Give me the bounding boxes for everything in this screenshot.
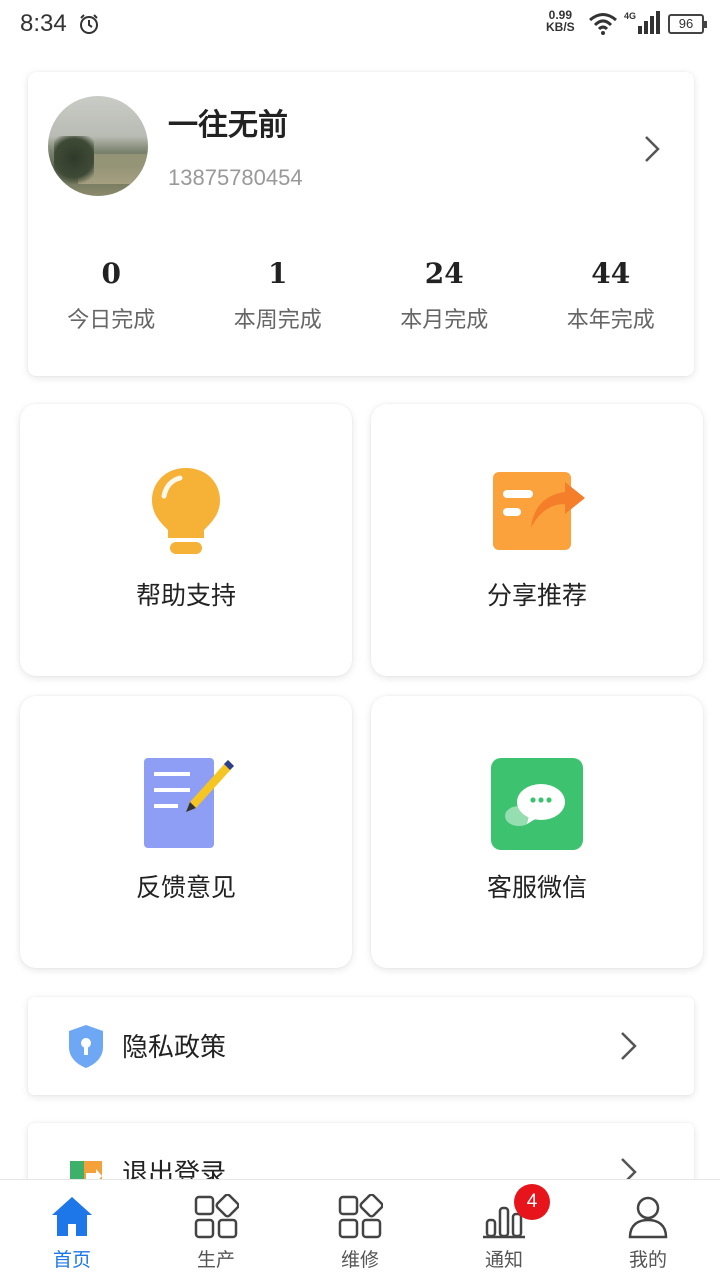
stat-label: 今日完成 [67,308,156,333]
wifi-icon [589,13,617,35]
chevron-right-icon[interactable] [640,132,664,166]
avatar-tree [54,136,94,191]
feedback-tile[interactable]: 反馈意见 [20,696,352,968]
nav-label: 我的 [628,1249,667,1271]
network-speed: 0.99 KB/S [546,9,575,33]
bottom-nav: 首页 生产 维修 4 通知 我的 [0,1179,720,1280]
wechat-icon [491,758,583,850]
stat-label: 本月完成 [400,308,489,333]
grid-icon [338,1194,383,1239]
grid-icon [194,1194,239,1239]
avatar[interactable] [48,96,148,196]
person-icon [628,1196,668,1239]
nav-label: 通知 [484,1249,523,1271]
feedback-icon [144,758,234,848]
nav-repair[interactable]: 维修 [288,1180,432,1280]
nav-production[interactable]: 生产 [144,1180,288,1280]
stat-week: 1 本周完成 [195,254,362,344]
stat-label: 本周完成 [233,308,322,333]
alarm-icon [80,14,98,34]
tile-label: 帮助支持 [135,581,236,610]
nav-mine[interactable]: 我的 [576,1180,720,1280]
tile-label: 分享推荐 [486,581,587,610]
nav-label: 生产 [196,1249,235,1271]
stat-year: 44 本年完成 [528,254,695,344]
nav-label: 维修 [340,1249,379,1271]
battery-icon: 96 [668,14,707,34]
profile-card[interactable]: 一往无前 13875780454 0 今日完成 1 本周完成 24 本月完成 4… [28,72,694,376]
notification-badge: 4 [514,1184,550,1220]
nav-home[interactable]: 首页 [0,1180,144,1280]
profile-screen: 8:34 0.99 KB/S 4G 96 一往无前 13875780454 0 … [0,0,720,1280]
network-type-label: 4G [624,11,636,21]
stat-value: 0 [101,257,121,290]
stat-value: 1 [268,257,288,290]
stat-value: 24 [424,257,464,290]
status-time: 8:34 [20,10,67,37]
nav-label: 首页 [52,1249,91,1271]
completion-stats: 0 今日完成 1 本周完成 24 本月完成 44 本年完成 [28,254,694,344]
shield-icon [69,1025,103,1068]
lightbulb-icon [152,468,220,554]
chevron-right-icon[interactable] [618,1029,640,1063]
privacy-policy-row[interactable]: 隐私政策 [28,997,694,1095]
signal-icon: 4G [624,11,660,34]
help-support-tile[interactable]: 帮助支持 [20,404,352,676]
home-icon [52,1197,92,1236]
user-phone: 13875780454 [168,165,303,190]
stat-today: 0 今日完成 [28,254,195,344]
share-recommend-tile[interactable]: 分享推荐 [371,404,703,676]
nav-notifications[interactable]: 4 通知 [432,1180,576,1280]
tile-label: 客服微信 [486,873,587,902]
share-icon [493,472,585,550]
status-bar: 8:34 0.99 KB/S 4G 96 [0,0,720,50]
user-name: 一往无前 [168,108,288,143]
network-speed-unit: KB/S [546,20,575,34]
stat-month: 24 本月完成 [361,254,528,344]
tile-label: 反馈意见 [135,873,236,902]
stat-value: 44 [591,257,631,290]
stat-label: 本年完成 [566,308,655,333]
row-label: 隐私政策 [122,1033,227,1063]
customer-service-wechat-tile[interactable]: 客服微信 [371,696,703,968]
